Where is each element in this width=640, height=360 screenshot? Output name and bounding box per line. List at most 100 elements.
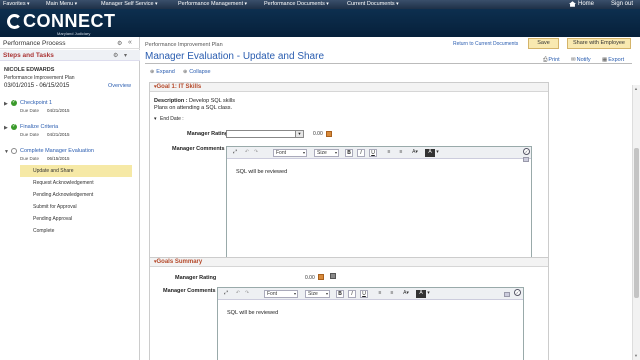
- substep-submit-for-approval[interactable]: Submit for Approval: [20, 201, 132, 213]
- return-to-documents-link[interactable]: Return to Current Documents: [453, 41, 518, 47]
- goals-summary-header[interactable]: Goals Summary: [150, 258, 548, 267]
- summary-comment-text[interactable]: SQL will be reviewed: [227, 310, 278, 316]
- redo-icon[interactable]: ↷: [243, 290, 251, 298]
- employee-name: NICOLE EDWARDS: [4, 67, 55, 73]
- steps-tasks-title: Steps and Tasks: [3, 52, 54, 59]
- text-color-icon[interactable]: A▾: [410, 149, 420, 157]
- due-date-label: Due Date: [20, 132, 40, 137]
- size-select[interactable]: Size: [305, 290, 330, 298]
- collapse-all-link[interactable]: ⊕ Collapse: [183, 69, 211, 75]
- size-select[interactable]: Size: [314, 149, 339, 157]
- bold-button[interactable]: B: [336, 290, 344, 298]
- page-title: Manager Evaluation - Update and Share: [145, 51, 325, 62]
- substep-request-acknowledgement[interactable]: Request Acknowledgement: [20, 177, 132, 189]
- calculate-icon[interactable]: [326, 131, 332, 137]
- numbered-list-icon[interactable]: ≡: [376, 290, 384, 298]
- collapse-triangle-icon[interactable]: ▼: [4, 149, 9, 155]
- font-select[interactable]: Font: [273, 149, 307, 157]
- spell-check-icon[interactable]: ✓: [514, 289, 521, 296]
- nav-manager-self-service[interactable]: Manager Self Service: [101, 1, 158, 7]
- maximize-icon[interactable]: ⤢: [231, 149, 239, 157]
- bullet-list-icon[interactable]: ≡: [397, 149, 405, 157]
- text-color-icon[interactable]: A▾: [401, 290, 411, 298]
- collapse-panel-icon[interactable]: «: [128, 39, 132, 46]
- underline-button[interactable]: U: [360, 290, 368, 298]
- chevron-down-icon[interactable]: ▼: [295, 131, 303, 137]
- overview-link[interactable]: Overview: [108, 83, 131, 89]
- summary-comments-editor[interactable]: ⤢ ↶ ↷ Font Size B I U ≡ ≡ A▾ A ▾ ✓ SQL w…: [217, 287, 524, 360]
- nav-home[interactable]: Home: [578, 1, 594, 7]
- expand-all-link[interactable]: ⊕ Expand: [150, 69, 175, 75]
- undo-icon[interactable]: ↶: [243, 149, 251, 157]
- manager-comments-editor[interactable]: ⤢ ↶ ↷ Font Size B I U ≡ ≡ A▾ A ▾ SQL wil…: [226, 146, 532, 264]
- connect-logo-mark: [7, 14, 22, 29]
- expand-triangle-icon[interactable]: ▶: [4, 125, 8, 131]
- expand-icon: ⊕: [150, 69, 155, 75]
- logo-text: CONNECT: [23, 11, 116, 31]
- manager-comments-label: Manager Comments: [172, 146, 225, 152]
- substep-pending-approval[interactable]: Pending Approval: [20, 213, 132, 225]
- background-color-dropdown-icon[interactable]: ▾: [426, 290, 431, 298]
- due-date-value: 06/15/2015: [47, 156, 70, 161]
- manager-rating-label: Manager Rating: [187, 131, 229, 137]
- home-icon[interactable]: [569, 1, 576, 7]
- share-with-employee-button[interactable]: Share with Employee: [567, 38, 631, 49]
- expand-triangle-icon[interactable]: ▶: [4, 101, 8, 107]
- background-color-icon[interactable]: A: [416, 290, 426, 298]
- summary-comments-label: Manager Comments: [163, 288, 216, 294]
- description-line-1: Develop SQL skills: [189, 98, 235, 104]
- editor-menu-icon[interactable]: [523, 157, 529, 162]
- connect-logo: CONNECT: [7, 11, 116, 32]
- vertical-scrollbar[interactable]: ▲ ▼: [632, 85, 640, 360]
- manager-rating-select[interactable]: ▼: [226, 130, 304, 138]
- substep-pending-acknowledgement[interactable]: Pending Acknowledgement: [20, 189, 132, 201]
- font-select[interactable]: Font: [264, 290, 298, 298]
- nav-sign-out[interactable]: Sign out: [611, 1, 633, 7]
- undo-icon[interactable]: ↶: [234, 290, 242, 298]
- bullet-list-icon[interactable]: ≡: [388, 290, 396, 298]
- nav-favorites[interactable]: Favorites: [3, 1, 30, 7]
- maximize-icon[interactable]: ⤢: [222, 290, 230, 298]
- left-panel-header: Performance Process ⚙ «: [0, 37, 140, 49]
- editor-menu-icon[interactable]: [504, 292, 510, 297]
- background-color-icon[interactable]: A: [425, 149, 435, 157]
- background-color-dropdown-icon[interactable]: ▾: [435, 149, 440, 157]
- calculate-icon[interactable]: [318, 274, 324, 280]
- redo-icon[interactable]: ↷: [252, 149, 260, 157]
- step-name[interactable]: Finalize Criteria: [20, 124, 58, 130]
- goal-section-header[interactable]: Goal 1: IT Skills: [150, 83, 548, 92]
- nav-performance-documents[interactable]: Performance Documents: [264, 1, 329, 7]
- nav-performance-management[interactable]: Performance Management: [178, 1, 247, 7]
- underline-button[interactable]: U: [369, 149, 377, 157]
- italic-button[interactable]: I: [348, 290, 356, 298]
- scrollbar-thumb[interactable]: [634, 148, 639, 298]
- substep-label: Pending Acknowledgement: [33, 192, 94, 198]
- left-panel-title: Performance Process: [3, 40, 66, 47]
- substep-label: Submit for Approval: [33, 204, 77, 210]
- title-divider: [145, 63, 632, 64]
- details-icon[interactable]: [330, 273, 336, 279]
- steps-gear-icon[interactable]: ⚙: [113, 52, 118, 59]
- scroll-down-icon[interactable]: ▼: [634, 353, 638, 358]
- substep-complete[interactable]: Complete: [20, 225, 132, 237]
- nav-main-menu[interactable]: Main Menu: [46, 1, 77, 7]
- nav-current-documents[interactable]: Current Documents: [347, 1, 399, 7]
- save-button[interactable]: Save: [528, 38, 559, 49]
- comment-text[interactable]: SQL will be reviewed: [236, 169, 287, 175]
- spell-check-icon[interactable]: ✓: [523, 148, 530, 155]
- substep-label: Pending Approval: [33, 216, 73, 222]
- summary-rating-score: 0.00: [305, 275, 315, 281]
- plan-name: Performance Improvement Plan: [4, 75, 75, 81]
- substep-update-and-share[interactable]: Update and Share: [20, 165, 132, 177]
- editor-toolbar: ⤢ ↶ ↷ Font Size B I U ≡ ≡ A▾ A ▾: [218, 288, 523, 300]
- editor-toolbar: ⤢ ↶ ↷ Font Size B I U ≡ ≡ A▾ A ▾: [227, 147, 531, 159]
- chevron-down-icon[interactable]: ▾: [124, 52, 127, 59]
- gear-icon[interactable]: ⚙: [117, 40, 122, 47]
- step-name[interactable]: Checkpoint 1: [20, 100, 52, 106]
- scroll-up-icon[interactable]: ▲: [634, 86, 638, 91]
- numbered-list-icon[interactable]: ≡: [385, 149, 393, 157]
- bold-button[interactable]: B: [345, 149, 353, 157]
- end-date-toggle-icon[interactable]: ▾: [154, 116, 157, 122]
- step-name[interactable]: Complete Manager Evaluation: [20, 148, 94, 154]
- italic-button[interactable]: I: [357, 149, 365, 157]
